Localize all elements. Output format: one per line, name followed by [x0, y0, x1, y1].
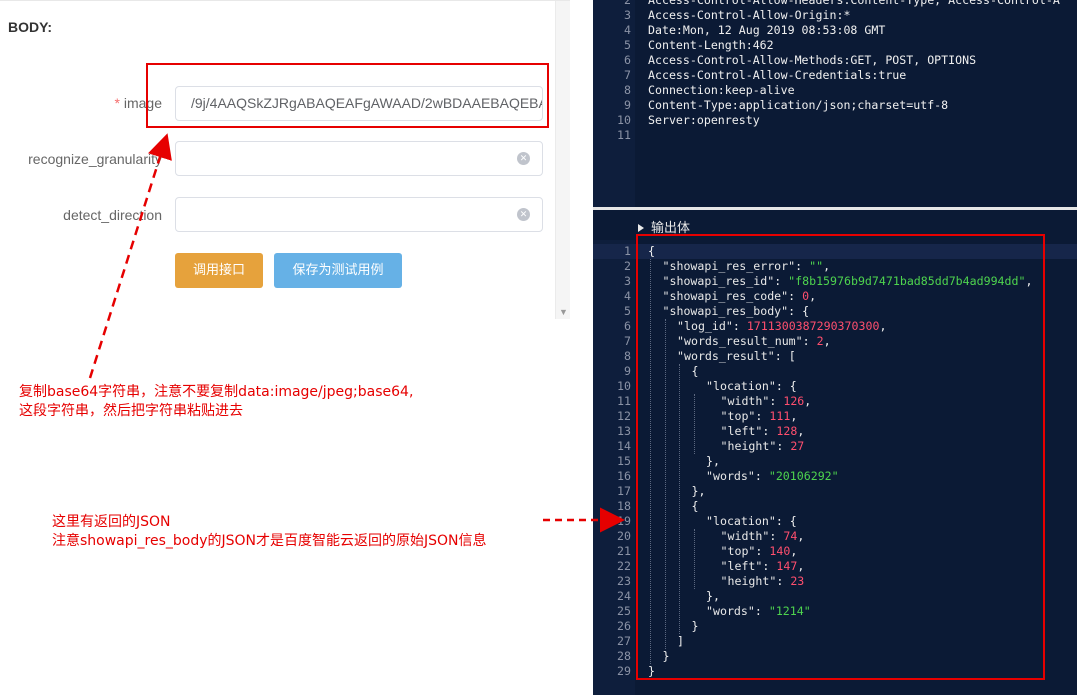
circle-close-icon[interactable]: ✕: [517, 208, 530, 221]
line-number: 8: [624, 83, 631, 97]
header-text: Access-Control-Allow-Headers:Content-Typ…: [648, 0, 1060, 7]
request-form-panel: BODY: * image /9j/4AAQSkZJRgABAQEAFgAWAA…: [0, 0, 570, 319]
line-number: 25: [617, 604, 631, 618]
line-number: 12: [617, 409, 631, 423]
line-number: 6: [624, 319, 631, 333]
save-test-case-button[interactable]: 保存为测试用例: [274, 253, 402, 288]
triangle-right-icon[interactable]: [638, 224, 644, 232]
header-text: Access-Control-Allow-Origin:*: [648, 8, 851, 22]
header-line: 7 Access-Control-Allow-Credentials:true: [593, 68, 1077, 83]
detect-direction-label: detect_direction: [63, 207, 162, 223]
header-line: 9 Content-Type:application/json;charset=u…: [593, 98, 1077, 113]
header-line: 4 Date:Mon, 12 Aug 2019 08:53:08 GMT: [593, 23, 1077, 38]
header-text: Content-Type:application/json;charset=ut…: [648, 98, 949, 112]
line-number: 7: [624, 334, 631, 348]
call-api-button[interactable]: 调用接口: [175, 253, 263, 288]
line-number: 5: [624, 38, 631, 52]
header-line: 6 Access-Control-Allow-Methods:GET, POST,…: [593, 53, 1077, 68]
line-number: 16: [617, 469, 631, 483]
response-headers-panel: 2 Access-Control-Allow-Headers:Content-Ty…: [593, 0, 1077, 207]
required-mark: *: [114, 95, 120, 111]
line-number: 26: [617, 619, 631, 633]
copy-base64-note: 复制base64字符串，注意不要复制data:image/jpeg;base64…: [19, 384, 414, 419]
detect-direction-input[interactable]: ✕: [175, 197, 543, 232]
line-number: 7: [624, 68, 631, 82]
line-number: 15: [617, 454, 631, 468]
header-text: Access-Control-Allow-Methods:GET, POST, …: [648, 53, 977, 67]
recognize-granularity-input[interactable]: ✕: [175, 141, 543, 176]
image-field-highlight-box: [146, 63, 549, 128]
header-line: 5 Content-Length:462: [593, 38, 1077, 53]
chevron-down-icon[interactable]: ▼: [559, 307, 568, 317]
line-number: 19: [617, 514, 631, 528]
line-number: 8: [624, 349, 631, 363]
line-number: 17: [617, 484, 631, 498]
line-number: 1: [624, 244, 631, 258]
line-number: 23: [617, 574, 631, 588]
returned-json-note: 这里有返回的JSON 注意showapi_res_body的JSON才是百度智能…: [52, 514, 487, 549]
line-number: 18: [617, 499, 631, 513]
body-section-label: BODY:: [8, 19, 53, 35]
line-number: 28: [617, 649, 631, 663]
line-number: 6: [624, 53, 631, 67]
line-number: 11: [617, 394, 631, 408]
line-number: 5: [624, 304, 631, 318]
line-number: 4: [624, 289, 631, 303]
header-text: Connection:keep-alive: [648, 83, 795, 97]
line-number: 20: [617, 529, 631, 543]
line-number: 13: [617, 424, 631, 438]
line-number: 3: [624, 274, 631, 288]
line-number: 3: [624, 8, 631, 22]
line-number: 9: [624, 364, 631, 378]
circle-close-icon[interactable]: ✕: [517, 152, 530, 165]
header-text: Access-Control-Allow-Credentials:true: [648, 68, 907, 82]
header-line: 11: [593, 128, 1077, 143]
header-text: Content-Length:462: [648, 38, 774, 52]
header-line: 10 Server:openresty: [593, 113, 1077, 128]
header-line: 3 Access-Control-Allow-Origin:*: [593, 8, 1077, 23]
form-scrollbar[interactable]: ▼: [555, 1, 570, 319]
line-number: 27: [617, 634, 631, 648]
line-number: 14: [617, 439, 631, 453]
header-text: Date:Mon, 12 Aug 2019 08:53:08 GMT: [648, 23, 886, 37]
line-number: 2: [624, 259, 631, 273]
header-line: 2 Access-Control-Allow-Headers:Content-Ty…: [593, 0, 1077, 8]
recognize-granularity-label: recognize_granularity: [28, 151, 162, 167]
line-number: 10: [617, 379, 631, 393]
json-output-highlight-box: [636, 234, 1045, 680]
line-number: 24: [617, 589, 631, 603]
line-number: 10: [617, 113, 631, 127]
line-number: 2: [624, 0, 631, 7]
line-number: 29: [617, 664, 631, 678]
line-number: 9: [624, 98, 631, 112]
line-number: 21: [617, 544, 631, 558]
line-number: 4: [624, 23, 631, 37]
header-text: Server:openresty: [648, 113, 760, 127]
header-line: 8 Connection:keep-alive: [593, 83, 1077, 98]
line-number: 11: [617, 128, 631, 142]
line-number: 22: [617, 559, 631, 573]
